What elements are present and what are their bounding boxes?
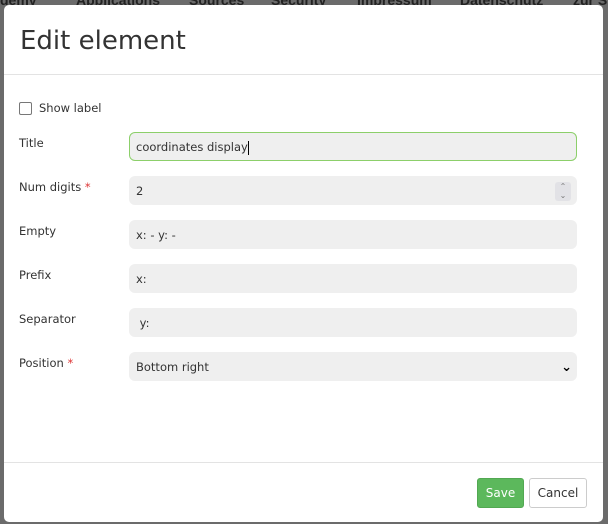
num-digits-value: 2 [136, 184, 144, 198]
prefix-input[interactable]: x: [129, 264, 577, 293]
empty-row: Empty x: - y: - [19, 220, 577, 249]
num-digits-row: Num digits * 2 ⌃ ⌄ [19, 176, 577, 205]
position-value: Bottom right [136, 360, 209, 374]
checkbox-icon[interactable] [19, 101, 32, 115]
modal-footer: Save Cancel [4, 462, 603, 522]
chevron-down-icon: ⌄ [561, 360, 572, 375]
title-value: coordinates display [136, 140, 248, 154]
num-digits-label: Num digits * [19, 180, 91, 194]
text-caret [247, 140, 249, 155]
title-row: Title coordinates display [19, 132, 577, 161]
title-label: Title [19, 136, 44, 150]
num-digits-input[interactable]: 2 ⌃ ⌄ [129, 176, 577, 205]
prefix-row: Prefix x: [19, 264, 577, 293]
modal-body: Show label Title coordinates display Num… [4, 75, 603, 462]
save-button[interactable]: Save [477, 478, 524, 508]
prefix-label: Prefix [19, 268, 52, 282]
edit-element-modal: Edit element Show label Title coordinate… [4, 5, 603, 522]
empty-input[interactable]: x: - y: - [129, 220, 577, 249]
separator-input[interactable]: y: [129, 308, 577, 337]
modal-header: Edit element [4, 5, 603, 75]
show-label-text: Show label [39, 101, 102, 115]
separator-row: Separator y: [19, 308, 577, 337]
cancel-button[interactable]: Cancel [529, 478, 587, 508]
modal-title: Edit element [20, 26, 186, 56]
separator-label: Separator [19, 312, 76, 326]
position-select[interactable]: Bottom right ⌄ [129, 352, 577, 381]
show-label-checkbox[interactable]: Show label [19, 101, 102, 115]
position-row: Position * Bottom right ⌄ [19, 352, 577, 381]
position-label: Position * [19, 356, 74, 370]
empty-label: Empty [19, 224, 57, 238]
number-spinner-icon[interactable]: ⌃ ⌄ [555, 182, 571, 201]
title-input[interactable]: coordinates display [129, 132, 577, 161]
